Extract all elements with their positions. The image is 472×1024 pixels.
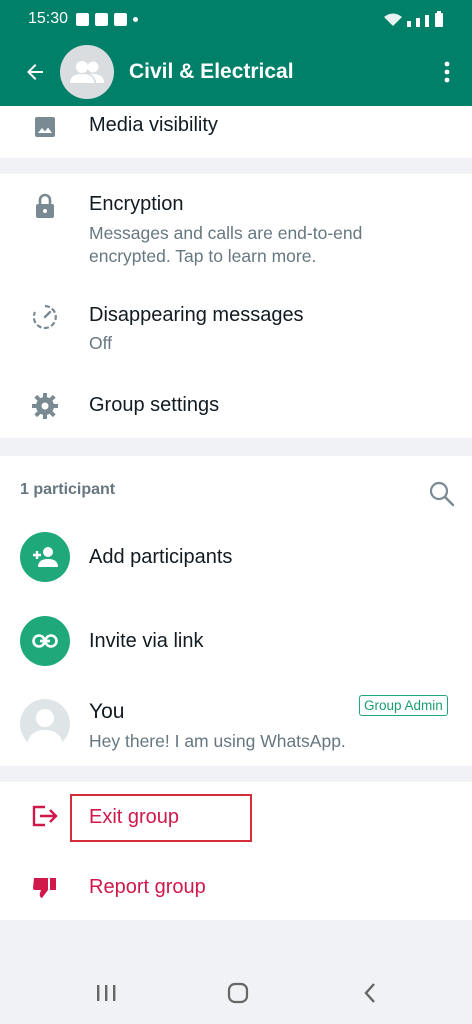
encryption-label: Encryption (89, 193, 184, 215)
signal-bar-icon (407, 21, 411, 27)
disappearing-messages-value: Off (89, 333, 113, 353)
invite-link-row[interactable]: Invite via link (0, 610, 472, 674)
search-participants-button[interactable] (428, 480, 456, 508)
exit-group-row[interactable]: Exit group (0, 782, 472, 852)
disappearing-messages-label: Disappearing messages (89, 304, 304, 326)
more-notifications-icon (133, 16, 139, 22)
battery-icon (435, 11, 443, 27)
media-visibility-label: Media visibility (89, 114, 218, 136)
disappearing-messages-row[interactable]: Disappearing messages Off (0, 290, 472, 362)
system-navigation-bar (0, 960, 472, 1024)
status-bar: 15:30 (0, 0, 472, 38)
status-time: 15:30 (28, 10, 69, 27)
group-admin-badge: Group Admin (359, 695, 448, 716)
add-person-icon (33, 547, 58, 567)
media-visibility-row[interactable]: Media visibility (0, 106, 472, 158)
participant-name: You (89, 700, 125, 723)
chevron-left-icon (364, 983, 375, 1003)
message-notification-icon (95, 12, 109, 26)
app-bar: Civil & Electrical (0, 38, 472, 106)
home-button[interactable] (218, 978, 258, 1008)
recent-apps-button[interactable] (86, 978, 126, 1008)
report-group-label: Report group (89, 876, 206, 898)
link-icon (32, 634, 58, 648)
snapchat-notification-icon (114, 12, 128, 26)
invite-link-avatar (20, 616, 70, 666)
group-avatar-icon (70, 61, 104, 83)
add-participants-row[interactable]: Add participants (0, 526, 472, 590)
actions-card: Exit group Report group (0, 782, 472, 920)
gear-icon (30, 391, 60, 421)
settings-card: Encryption Messages and calls are end-to… (0, 174, 472, 438)
participants-card: 1 participant Add participants Invite vi… (0, 456, 472, 766)
timer-icon (30, 302, 60, 332)
back-nav-button[interactable] (350, 978, 390, 1008)
lock-icon (30, 191, 60, 221)
exit-icon (30, 801, 60, 831)
add-participants-label: Add participants (89, 546, 233, 568)
media-card: Media visibility (0, 106, 472, 158)
group-title[interactable]: Civil & Electrical (129, 60, 294, 84)
system-icons (384, 11, 444, 27)
image-icon (30, 112, 60, 142)
thumb-down-icon (30, 872, 60, 902)
report-group-row[interactable]: Report group (0, 858, 472, 914)
more-vert-icon (444, 61, 450, 83)
signal-bar-icon (425, 15, 429, 27)
encryption-description: Messages and calls are end-to-end encryp… (89, 223, 363, 266)
home-icon (227, 982, 249, 1004)
notification-icons (76, 12, 139, 26)
signal-bar-icon (416, 18, 420, 27)
wifi-icon (384, 13, 402, 26)
arrow-back-icon (27, 64, 43, 80)
recent-apps-icon (97, 985, 116, 1001)
group-settings-row[interactable]: Group settings (0, 382, 472, 432)
add-participants-avatar (20, 532, 70, 582)
invite-link-label: Invite via link (89, 630, 204, 652)
more-options-button[interactable] (422, 38, 472, 106)
participant-avatar (20, 699, 70, 749)
group-avatar[interactable] (60, 45, 114, 99)
participant-count: 1 participant (20, 481, 116, 498)
search-icon (429, 481, 455, 507)
gallery-notification-icon (76, 12, 90, 26)
person-avatar-icon (27, 709, 63, 749)
encryption-row[interactable]: Encryption Messages and calls are end-to… (0, 174, 472, 274)
group-settings-label: Group settings (89, 394, 220, 416)
participant-status: Hey there! I am using WhatsApp. (89, 731, 346, 751)
exit-group-highlight (70, 794, 252, 842)
